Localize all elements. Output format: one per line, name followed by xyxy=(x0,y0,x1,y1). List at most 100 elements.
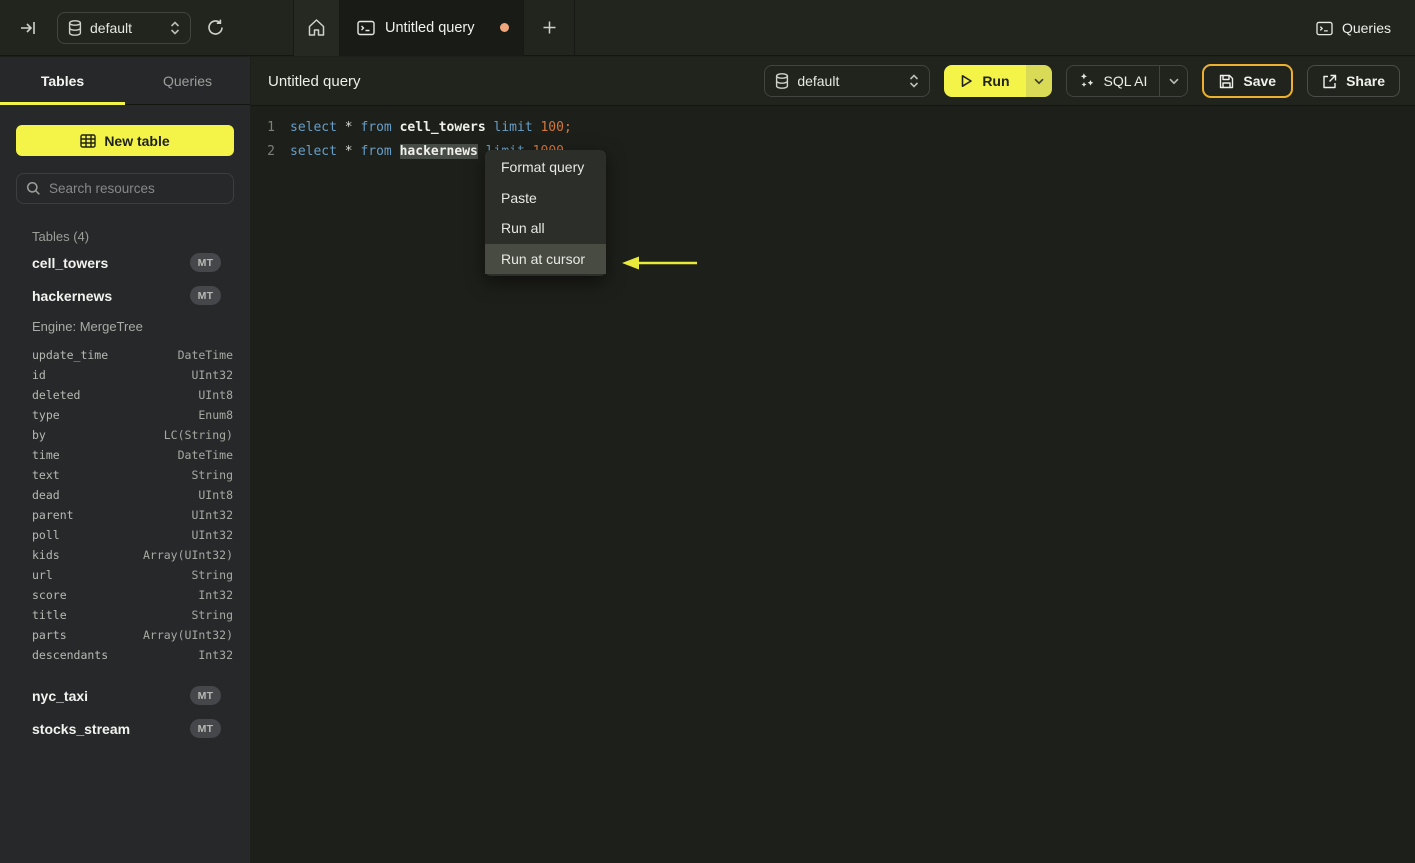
save-button[interactable]: Save xyxy=(1202,64,1294,98)
play-icon xyxy=(960,74,973,88)
refresh-button[interactable] xyxy=(195,0,235,56)
table-row-hackernews[interactable]: hackernews MT xyxy=(16,279,234,312)
column-row-by: by LC(String) xyxy=(16,425,234,445)
save-button-label: Save xyxy=(1243,73,1277,89)
code-token: 100; xyxy=(540,119,572,135)
code-token: select xyxy=(290,119,345,135)
column-name: url xyxy=(32,568,53,582)
query-tab[interactable]: Untitled query xyxy=(340,0,524,56)
table-row-cell_towers[interactable]: cell_towers MT xyxy=(16,246,234,279)
column-name: type xyxy=(32,408,60,422)
table-name: hackernews xyxy=(32,287,113,304)
column-name: deleted xyxy=(32,388,81,402)
engine-badge: MT xyxy=(190,719,221,738)
table-row-nyc_taxi[interactable]: nyc_taxi MT xyxy=(16,679,234,712)
column-type: LC(String) xyxy=(163,428,233,442)
editor-toolbar: Untitled query default Run SQL AI Save S… xyxy=(251,57,1415,106)
home-icon xyxy=(307,18,326,37)
code-token: limit xyxy=(493,119,541,135)
search-resources-input[interactable] xyxy=(16,173,234,204)
table-name: nyc_taxi xyxy=(32,687,89,704)
column-row-type: type Enum8 xyxy=(16,405,234,425)
run-options-button[interactable] xyxy=(1025,65,1052,97)
table-grid-icon xyxy=(80,133,97,148)
column-row-time: time DateTime xyxy=(16,445,234,465)
column-row-kids: kids Array(UInt32) xyxy=(16,545,234,565)
column-row-update_time: update_time DateTime xyxy=(16,345,234,365)
column-name: by xyxy=(32,428,46,442)
sidebar-tab-queries[interactable]: Queries xyxy=(125,57,250,104)
chevron-down-icon xyxy=(1169,78,1179,85)
search-icon xyxy=(26,181,41,196)
code-token: * xyxy=(344,119,361,135)
column-name: time xyxy=(32,448,60,462)
new-table-button-label: New table xyxy=(104,132,170,149)
sql-ai-button-group: SQL AI xyxy=(1065,65,1189,97)
sql-ai-button-label: SQL AI xyxy=(1103,73,1148,89)
share-button[interactable]: Share xyxy=(1307,65,1400,97)
chevron-updown-icon xyxy=(170,20,180,35)
collapse-sidebar-button[interactable] xyxy=(8,0,48,56)
new-tab-button[interactable] xyxy=(524,0,575,56)
toolbar-database-select[interactable]: default xyxy=(764,65,931,97)
top-bar: default Untitled query Queries xyxy=(0,0,1415,56)
run-button-label: Run xyxy=(982,73,1010,89)
column-name: parts xyxy=(32,628,67,642)
queries-button[interactable]: Queries xyxy=(1316,0,1391,56)
database-icon xyxy=(68,19,82,36)
topbar-database-select-value: default xyxy=(90,19,133,36)
column-type: Array(UInt32) xyxy=(142,548,233,562)
column-type: UInt8 xyxy=(198,388,233,402)
code-token: * xyxy=(344,143,361,159)
column-row-url: url String xyxy=(16,565,234,585)
run-button[interactable]: Run xyxy=(944,65,1026,97)
column-name: parent xyxy=(32,508,74,522)
topbar-database-select[interactable]: default xyxy=(57,11,191,44)
menu-item-paste[interactable]: Paste xyxy=(485,183,606,214)
active-tab-underline xyxy=(0,102,125,105)
code-token: cell_towers xyxy=(399,119,486,135)
editor-context-menu: Format query Paste Run all Run at cursor xyxy=(485,150,606,276)
run-button-group: Run xyxy=(944,65,1052,97)
menu-item-run-all[interactable]: Run all xyxy=(485,213,606,244)
column-row-parent: parent UInt32 xyxy=(16,505,234,525)
new-table-button[interactable]: New table xyxy=(16,125,234,156)
plus-icon xyxy=(542,20,557,35)
table-row-stocks_stream[interactable]: stocks_stream MT xyxy=(16,712,234,745)
collapse-sidebar-icon xyxy=(19,19,37,37)
menu-item-format-query[interactable]: Format query xyxy=(485,152,606,183)
sql-ai-options-button[interactable] xyxy=(1159,66,1187,96)
column-type: UInt32 xyxy=(191,368,233,382)
column-type: DateTime xyxy=(177,448,233,462)
code-text: select * from cell_towers limit 100; xyxy=(275,120,572,135)
column-row-deleted: deleted UInt8 xyxy=(16,385,234,405)
queries-button-label: Queries xyxy=(1341,20,1391,36)
search-resources xyxy=(16,173,234,204)
column-type: DateTime xyxy=(177,348,233,362)
save-icon xyxy=(1219,74,1234,89)
sidebar-tab-tables[interactable]: Tables xyxy=(0,57,125,104)
column-type: String xyxy=(191,568,233,582)
home-button[interactable] xyxy=(293,0,340,56)
column-row-title: title String xyxy=(16,605,234,625)
column-row-text: text String xyxy=(16,465,234,485)
table-name: stocks_stream xyxy=(32,720,131,737)
table-list: cell_towers MT hackernews MT Engine: MergeTr… xyxy=(16,246,234,745)
code-line-1[interactable]: 1 select * from cell_towers limit 100; xyxy=(251,115,1415,139)
code-line-2[interactable]: 2select * from hackernews limit 1000 xyxy=(251,139,1415,163)
sql-editor[interactable]: 1 select * from cell_towers limit 100; 2 se… xyxy=(251,106,1415,163)
menu-item-run-at-cursor[interactable]: Run at cursor xyxy=(485,243,606,274)
sql-ai-button[interactable]: SQL AI xyxy=(1067,73,1160,89)
column-name: poll xyxy=(32,528,60,542)
column-row-poll: poll UInt32 xyxy=(16,525,234,545)
column-row-dead: dead UInt8 xyxy=(16,485,234,505)
toolbar-database-select-value: default xyxy=(797,73,840,89)
query-title: Untitled query xyxy=(268,72,361,90)
column-type: String xyxy=(191,608,233,622)
engine-badge: MT xyxy=(190,286,221,305)
column-type: Array(UInt32) xyxy=(142,628,233,642)
chevron-down-icon xyxy=(1033,78,1044,85)
engine-badge: MT xyxy=(190,253,221,272)
column-type: String xyxy=(191,468,233,482)
column-type: UInt8 xyxy=(198,488,233,502)
